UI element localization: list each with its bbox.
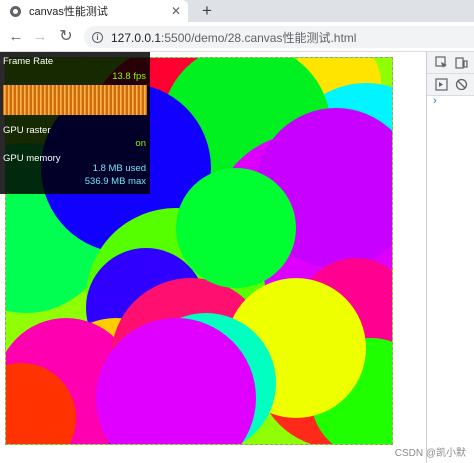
url-path: :5500/demo/28.canvas性能测试.html <box>161 30 357 45</box>
fps-graph-bar <box>88 85 90 115</box>
gpu-raster-value: on <box>135 138 146 149</box>
fps-graph-bar <box>80 85 82 115</box>
fps-graph-bar <box>64 85 66 115</box>
fps-graph-bar <box>16 85 18 115</box>
info-icon[interactable]: i <box>92 31 103 43</box>
new-tab-button[interactable]: + <box>198 0 216 22</box>
fps-graph-bar <box>124 85 126 115</box>
tab-title: canvas性能测试 <box>29 6 108 18</box>
fps-graph-bar <box>40 85 42 115</box>
browser-toolbar: ← → ↻ i 127.0.0.1:5500/demo/28.canvas性能测… <box>0 22 474 52</box>
fps-graph-bar <box>32 85 34 115</box>
memory-used: 1.8 MB used <box>92 163 146 174</box>
devtools-panel: › <box>426 52 474 463</box>
fps-graph-bar <box>84 85 86 115</box>
fps-graph-bar <box>24 85 26 115</box>
gpu-raster-label: GPU raster <box>3 125 51 136</box>
tab-strip: canvas性能测试 ✕ + <box>0 0 474 22</box>
fps-graph-bar <box>4 85 6 115</box>
back-button[interactable]: ← <box>6 27 26 47</box>
url-text: 127.0.0.1:5500/demo/28.canvas性能测试.html <box>111 29 356 46</box>
fps-graph-bar <box>136 85 138 115</box>
fps-graph-bar <box>44 85 46 115</box>
fps-graph-bar <box>144 85 146 115</box>
gpu-memory-label: GPU memory <box>3 153 61 164</box>
fps-graph-bar <box>52 85 54 115</box>
url-host: 127.0.0.1 <box>111 30 162 45</box>
fps-value: 13.8 fps <box>112 71 146 82</box>
fps-graph-bar <box>140 85 142 115</box>
fps-graph-bar <box>20 85 22 115</box>
console-toolbar <box>427 74 474 96</box>
inspect-element-icon[interactable] <box>435 56 448 69</box>
fps-graph-bar <box>12 85 14 115</box>
watermark: CSDN @凯小默 <box>394 448 466 459</box>
fps-graph-bar <box>60 85 62 115</box>
fps-graph-bar <box>108 85 110 115</box>
devtools-toolbar <box>427 52 474 74</box>
fps-graph-bar <box>72 85 74 115</box>
clear-console-icon[interactable] <box>455 78 468 91</box>
fps-graph-bar <box>36 85 38 115</box>
fps-graph <box>3 85 147 115</box>
page-viewport: Frame Rate 13.8 fps GPU raster on GPU me… <box>0 52 426 463</box>
device-toolbar-icon[interactable] <box>455 56 468 69</box>
fps-graph-bar <box>120 85 122 115</box>
fps-graph-bar <box>116 85 118 115</box>
address-bar[interactable]: i 127.0.0.1:5500/demo/28.canvas性能测试.html <box>84 26 474 48</box>
fps-graph-bar <box>104 85 106 115</box>
forward-button[interactable]: → <box>30 27 50 47</box>
console-prompt-chevron-icon[interactable]: › <box>433 95 437 107</box>
fps-graph-bar <box>48 85 50 115</box>
fps-graph-bar <box>8 85 10 115</box>
fps-graph-bar <box>132 85 134 115</box>
fps-graph-bar <box>96 85 98 115</box>
fps-graph-bar <box>128 85 130 115</box>
fps-graph-bar <box>112 85 114 115</box>
frame-rate-label: Frame Rate <box>3 56 54 67</box>
fps-graph-bar <box>68 85 70 115</box>
browser-tab[interactable]: canvas性能测试 ✕ <box>0 0 188 22</box>
fps-graph-bar <box>100 85 102 115</box>
fps-graph-bar <box>28 85 30 115</box>
reload-button[interactable]: ↻ <box>56 27 76 47</box>
sidebar-toggle-icon[interactable] <box>435 78 448 91</box>
globe-icon <box>10 5 21 17</box>
close-tab-icon[interactable]: ✕ <box>168 4 184 18</box>
memory-max: 536.9 MB max <box>84 176 146 187</box>
fps-meter: Frame Rate 13.8 fps GPU raster on GPU me… <box>0 52 150 194</box>
fps-graph-bar <box>56 85 58 115</box>
fps-graph-bar <box>92 85 94 115</box>
fps-graph-bar <box>76 85 78 115</box>
